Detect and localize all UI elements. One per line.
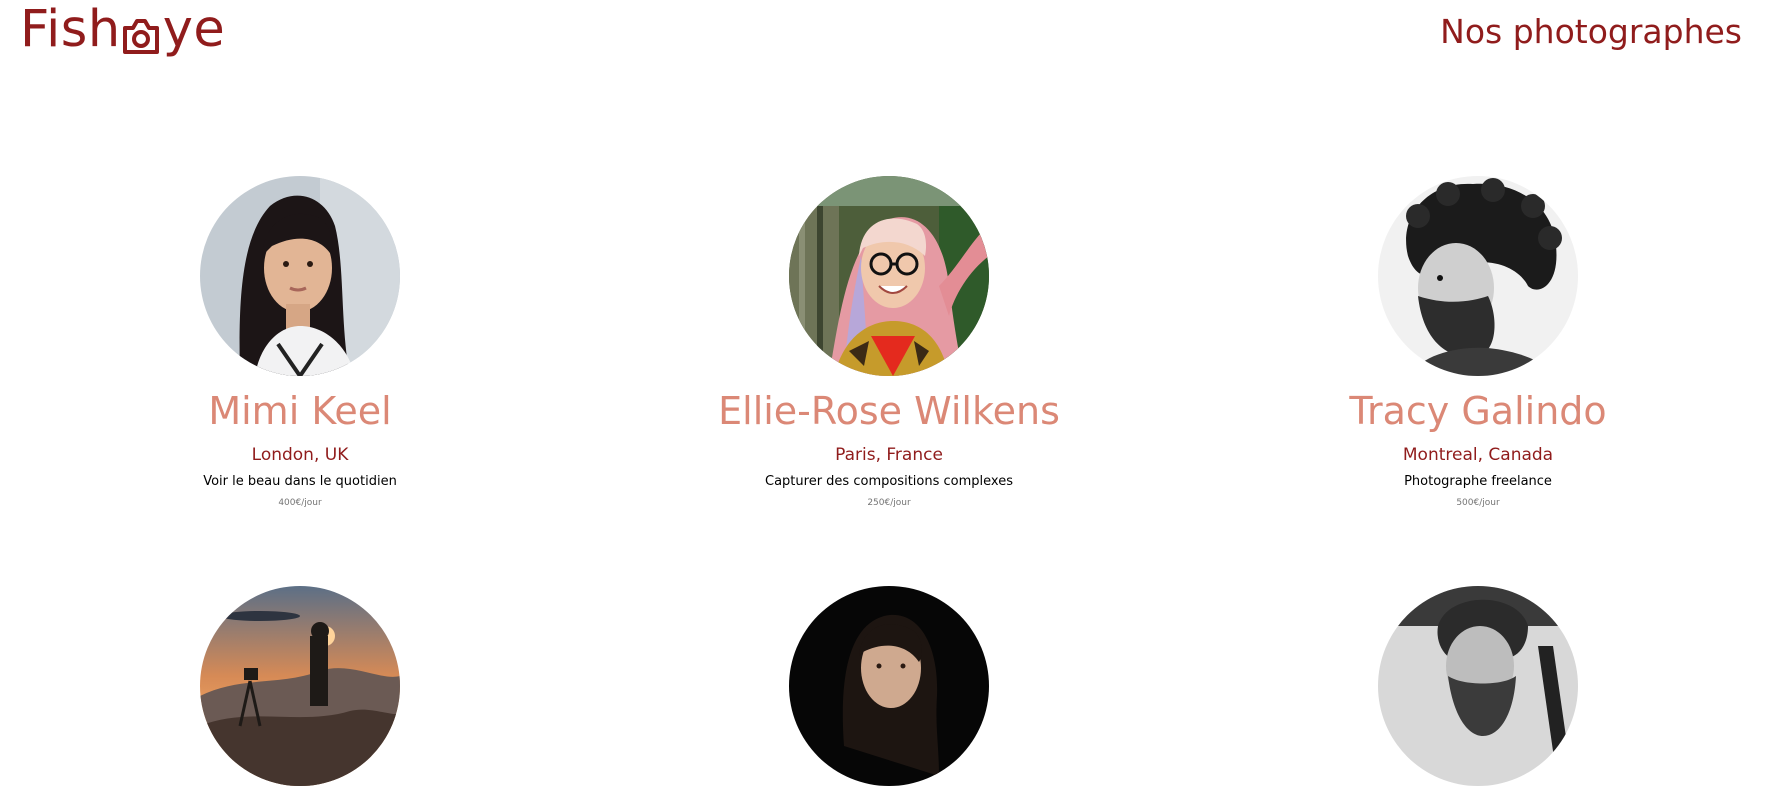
photographers-grid: Mimi Keel London, UK Voir le beau dans l… bbox=[0, 0, 1778, 786]
photographer-card: Tracy Galindo Montreal, Canada Photograp… bbox=[1178, 176, 1778, 510]
photographer-card bbox=[1178, 586, 1778, 786]
photographer-portrait bbox=[200, 586, 400, 786]
photographer-location: Montreal, Canada bbox=[1402, 445, 1554, 465]
photographer-name: Tracy Galindo bbox=[1349, 389, 1607, 433]
photographer-card-link[interactable]: Ellie-Rose Wilkens bbox=[589, 176, 1189, 434]
photographer-card-link[interactable]: Mimi Keel bbox=[0, 176, 600, 434]
photographer-tagline: Voir le beau dans le quotidien bbox=[203, 474, 397, 489]
photographer-card-link[interactable] bbox=[1178, 586, 1778, 786]
photographer-price: 400€/jour bbox=[278, 498, 322, 508]
photographer-card: Mimi Keel London, UK Voir le beau dans l… bbox=[0, 176, 600, 510]
photographer-name: Mimi Keel bbox=[208, 389, 392, 433]
photographer-portrait bbox=[200, 176, 400, 376]
photographer-location: London, UK bbox=[251, 445, 349, 465]
photographer-tagline: Capturer des compositions complexes bbox=[765, 474, 1013, 489]
photographer-portrait bbox=[789, 586, 989, 786]
photographer-card-link[interactable] bbox=[589, 586, 1189, 786]
photographer-price: 500€/jour bbox=[1456, 498, 1500, 508]
photographer-portrait bbox=[1378, 586, 1578, 786]
photographer-tagline: Photographe freelance bbox=[1404, 474, 1552, 489]
photographer-card-link[interactable]: Tracy Galindo bbox=[1178, 176, 1778, 434]
photographer-card bbox=[589, 586, 1189, 786]
photographer-portrait bbox=[789, 176, 989, 376]
photographer-price: 250€/jour bbox=[867, 498, 911, 508]
photographer-card: Ellie-Rose Wilkens Paris, France Capture… bbox=[589, 176, 1189, 510]
photographer-name: Ellie-Rose Wilkens bbox=[718, 389, 1060, 433]
photographer-portrait bbox=[1378, 176, 1578, 376]
photographer-card-link[interactable] bbox=[0, 586, 600, 786]
photographer-location: Paris, France bbox=[835, 445, 943, 465]
photographer-card bbox=[0, 586, 600, 786]
